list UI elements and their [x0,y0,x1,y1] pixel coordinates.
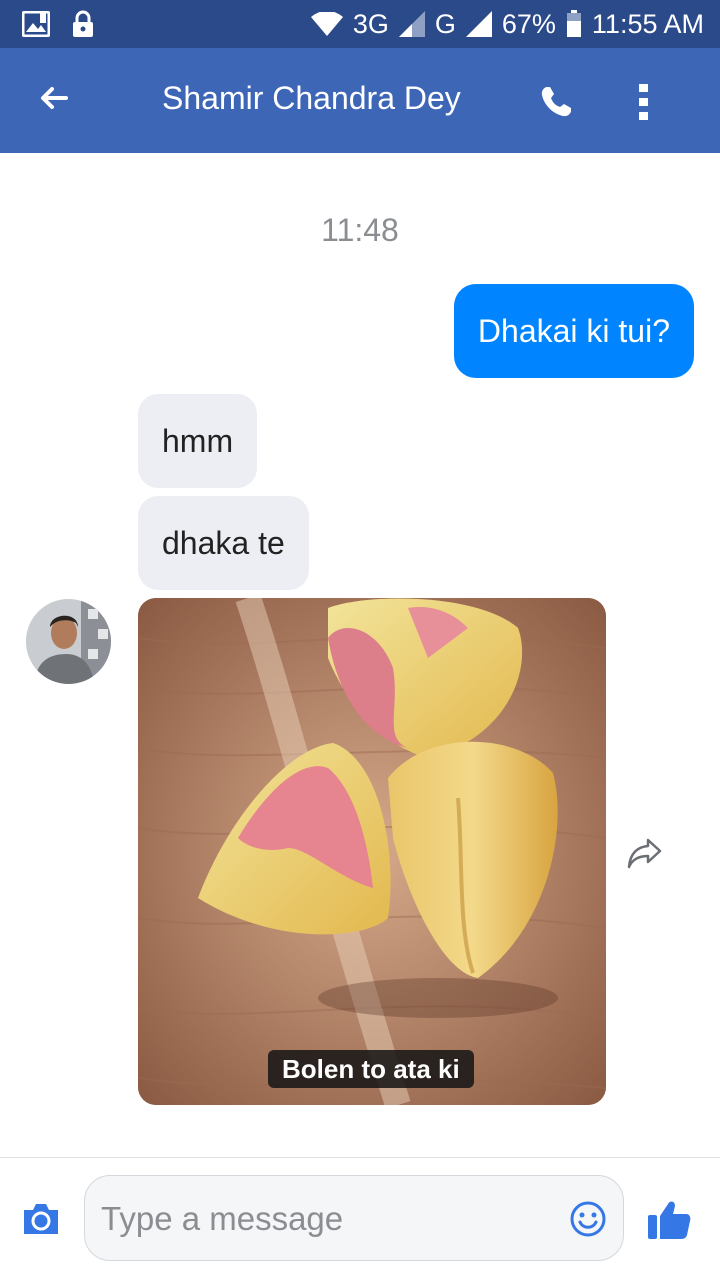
signal-icon [465,11,492,37]
clock: 11:55 AM [591,8,704,39]
message-input-placeholder: Type a message [101,1200,344,1237]
network-3g-label: 3G [352,8,389,39]
smiley-icon[interactable] [569,1200,607,1238]
battery-icon [566,10,581,37]
share-icon[interactable] [626,834,664,872]
avatar[interactable] [26,599,111,684]
signal-icon [398,11,425,37]
lock-icon [73,10,93,37]
more-vert-icon[interactable] [636,84,652,120]
camera-icon[interactable] [20,1198,62,1240]
contact-name[interactable]: Shamir Chandra Dey [162,80,461,117]
incoming-message-bubble[interactable]: dhaka te [138,496,309,590]
status-bar: 3G G 67% 11:55 AM [0,0,720,48]
battery-percent: 67% [501,8,556,39]
image-icon [22,11,50,37]
photo-caption: Bolen to ata ki [268,1050,474,1088]
message-timestamp: 11:48 [321,212,399,248]
incoming-message-bubble[interactable]: hmm [138,394,258,488]
phone-icon[interactable] [538,84,574,120]
conversation-header: Shamir Chandra Dey [0,48,720,153]
shared-photo[interactable]: Bolen to ata ki [138,598,606,1105]
message-input[interactable]: Type a message [84,1175,624,1261]
composer-divider [0,1157,720,1158]
outgoing-message-bubble[interactable]: Dhakai ki tui? [453,284,694,378]
wifi-icon [310,12,343,36]
thumbs-up-icon[interactable] [646,1196,692,1242]
network-g-label: G [434,8,456,39]
back-arrow-icon[interactable] [36,80,72,116]
